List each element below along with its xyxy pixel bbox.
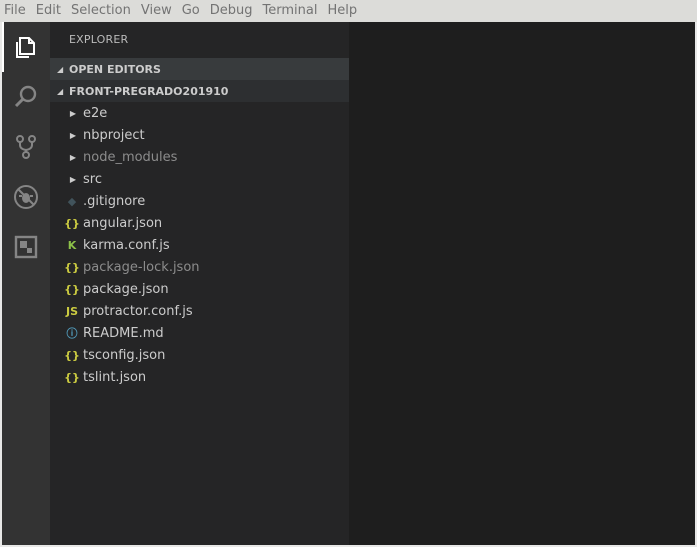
file-item[interactable]: ⓘ README.md [50, 322, 349, 344]
editor-area [349, 22, 695, 545]
tree-item-label: angular.json [83, 215, 163, 231]
vscode-window: EXPLORER ◢ OPEN EDITORS ◢ FRONT-PREGRADO… [2, 22, 695, 545]
tree-item-label: README.md [83, 325, 164, 341]
tree-item-label: protractor.conf.js [83, 303, 193, 319]
folder-item[interactable]: ▶ nbproject [50, 124, 349, 146]
menu-bar: File Edit Selection View Go Debug Termin… [0, 0, 697, 22]
folder-item[interactable]: ▶ node_modules [50, 146, 349, 168]
menu-go[interactable]: Go [177, 0, 205, 22]
menu-edit[interactable]: Edit [31, 0, 66, 22]
tree-item-label: node_modules [83, 149, 178, 165]
file-item[interactable]: {} tslint.json [50, 366, 349, 388]
file-type-icon: {} [64, 370, 80, 384]
search-icon[interactable] [2, 72, 50, 122]
file-item[interactable]: {} angular.json [50, 212, 349, 234]
menu-debug[interactable]: Debug [205, 0, 258, 22]
tree-item-label: package.json [83, 281, 169, 297]
chevron-down-icon: ◢ [57, 86, 64, 96]
file-type-icon: {} [64, 216, 80, 230]
extensions-icon[interactable] [2, 222, 50, 272]
file-item[interactable]: {} package.json [50, 278, 349, 300]
file-type-icon: ◆ [67, 194, 77, 208]
sidebar-title: EXPLORER [69, 33, 129, 46]
file-type-icon: {} [64, 282, 80, 296]
project-folder-label: FRONT-PREGRADO201910 [69, 84, 229, 98]
tree-item-label: src [83, 171, 102, 187]
folder-item[interactable]: ▶ src [50, 168, 349, 190]
open-editors-label: OPEN EDITORS [69, 62, 161, 76]
chevron-down-icon: ◢ [57, 64, 64, 74]
file-type-icon: {} [64, 260, 80, 274]
menu-selection[interactable]: Selection [66, 0, 136, 22]
menu-help[interactable]: Help [322, 0, 362, 22]
file-item[interactable]: {} tsconfig.json [50, 344, 349, 366]
file-item[interactable]: {} package-lock.json [50, 256, 349, 278]
file-item[interactable]: JS protractor.conf.js [50, 300, 349, 322]
chevron-right-icon: ▶ [69, 108, 77, 118]
tree-item-label: package-lock.json [83, 259, 200, 275]
tree-item-label: nbproject [83, 127, 145, 143]
chevron-right-icon: ▶ [69, 130, 77, 140]
file-item[interactable]: ◆ .gitignore [50, 190, 349, 212]
tree-item-label: tsconfig.json [83, 347, 166, 363]
file-type-icon: K [67, 238, 77, 252]
tree-item-label: tslint.json [83, 369, 147, 385]
menu-terminal[interactable]: Terminal [258, 0, 323, 22]
chevron-right-icon: ▶ [69, 174, 77, 184]
files-icon[interactable] [2, 22, 50, 72]
folder-item[interactable]: ▶ e2e [50, 102, 349, 124]
tree-item-label: .gitignore [83, 193, 146, 209]
file-type-icon: ⓘ [66, 327, 78, 340]
chevron-right-icon: ▶ [69, 152, 77, 162]
menu-file[interactable]: File [0, 0, 31, 22]
menu-view[interactable]: View [136, 0, 177, 22]
activity-bar [2, 22, 50, 545]
tree-item-label: karma.conf.js [83, 237, 170, 253]
file-type-icon: {} [64, 348, 80, 362]
project-folder-header[interactable]: ◢ FRONT-PREGRADO201910 [50, 80, 349, 102]
debug-icon[interactable] [2, 172, 50, 222]
file-type-icon: JS [65, 304, 78, 318]
explorer-sidebar: EXPLORER ◢ OPEN EDITORS ◢ FRONT-PREGRADO… [50, 22, 349, 545]
tree-item-label: e2e [83, 105, 108, 121]
source-control-icon[interactable] [2, 122, 50, 172]
file-item[interactable]: Kkarma.conf.js [50, 234, 349, 256]
open-editors-header[interactable]: ◢ OPEN EDITORS [50, 58, 349, 80]
